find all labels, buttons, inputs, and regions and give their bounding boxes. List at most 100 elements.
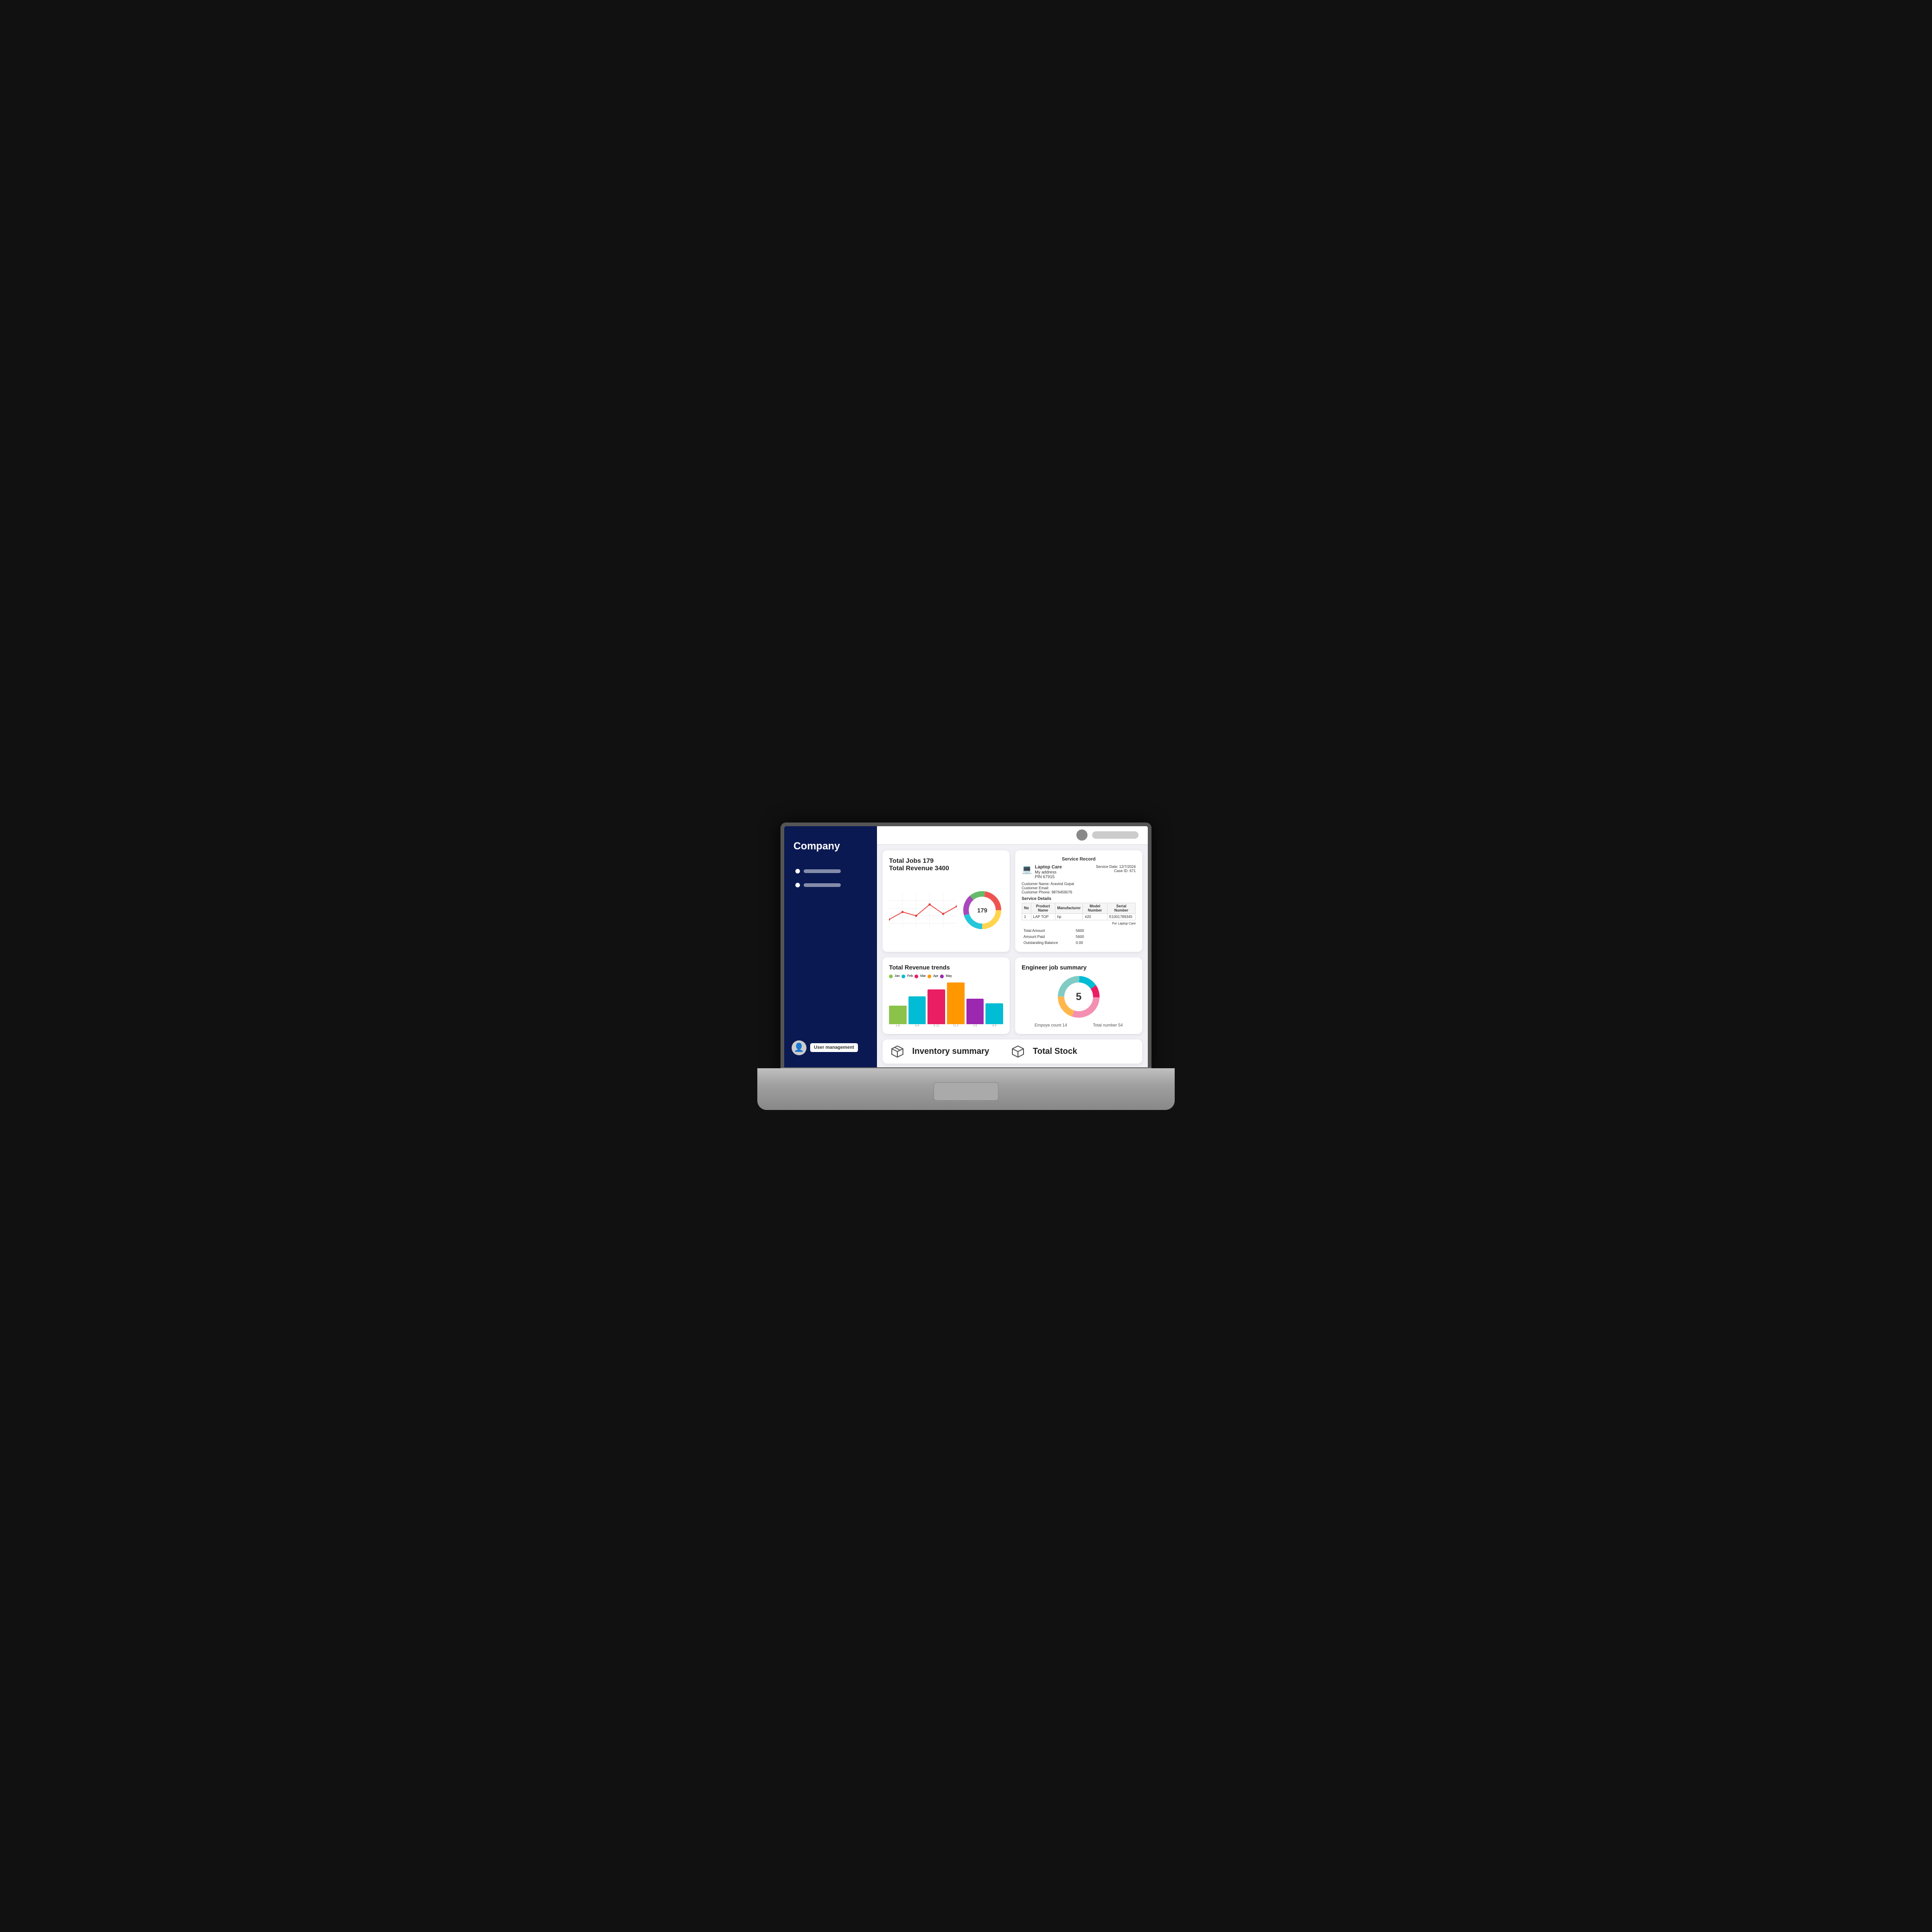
jobs-header: Total Jobs 179 Total Revenue 3400 <box>889 857 1003 872</box>
total-stock-label: Total Stock <box>1033 1046 1077 1056</box>
legend-4: Apr <box>928 975 938 978</box>
amount-paid-label: Amount Paid <box>1023 934 1074 939</box>
legend-3: Mar <box>915 975 926 978</box>
service-header: 💻 Laptop Care My address PIN 67915 Servi… <box>1022 865 1136 879</box>
bar-col-2: 6-9 <box>908 996 926 1027</box>
sidebar-bottom: 👤 User management <box>784 1036 877 1060</box>
topbar-searchbar[interactable] <box>1092 831 1139 839</box>
sidebar-nav <box>784 866 877 890</box>
bar-1 <box>889 1006 907 1024</box>
engineer-donut: 5 <box>1056 974 1102 1020</box>
jobs-body: 179 <box>889 875 1003 945</box>
line-chart <box>889 889 957 931</box>
service-details-label: Service Details <box>1022 896 1136 901</box>
topbar-avatar <box>1076 829 1088 841</box>
bar-col-1: 1-6 <box>889 1006 907 1027</box>
bar-label-5: 3-6 <box>973 1025 977 1027</box>
bar-col-4: 12-3 <box>947 982 965 1027</box>
bar-label-4: 12-3 <box>953 1025 959 1027</box>
bar-3 <box>928 989 945 1024</box>
nav-dot-2 <box>795 883 800 887</box>
bar-label-2: 6-9 <box>915 1025 919 1027</box>
outstanding-value: 0.00 <box>1075 940 1089 945</box>
nav-bar-2 <box>804 883 841 887</box>
main-content: Total Jobs 179 Total Revenue 3400 <box>877 826 1148 1069</box>
col-manufacturer: Manufacturer <box>1055 903 1083 913</box>
total-amount-value: 5600 <box>1075 928 1089 933</box>
total-number: Total number 54 <box>1093 1023 1123 1027</box>
service-amounts: Total Amount 5600 Amount Paid 5600 Outst… <box>1022 927 1136 946</box>
amounts-table: Total Amount 5600 Amount Paid 5600 Outst… <box>1022 927 1090 946</box>
service-customer-phone: Customer Phone: 9876459076 <box>1022 890 1136 894</box>
service-customer-name: Customer Name: Aravind Gopal <box>1022 882 1136 886</box>
revenue-legend: Jan Feb Mar Apr May <box>889 975 1003 978</box>
total-amount-label: Total Amount <box>1023 928 1074 933</box>
nav-bar-1 <box>804 869 841 873</box>
employee-count: Empoye count 14 <box>1035 1023 1067 1027</box>
service-pin: PIN 67915 <box>1035 874 1093 879</box>
service-company: Laptop Care <box>1035 865 1093 870</box>
jobs-donut: 179 <box>961 889 1003 931</box>
outstanding-label: Outstanding Balance <box>1023 940 1074 945</box>
service-table: No Product Name Manufacturer Model Numbe… <box>1022 903 1136 920</box>
service-left-fields: Laptop Care My address PIN 67915 <box>1035 865 1093 879</box>
bar-label-3: 9-12 <box>934 1025 939 1027</box>
revenue-title: Total Revenue trends <box>889 964 1003 971</box>
trackpad[interactable] <box>934 1082 998 1101</box>
engineer-center-value: 5 <box>1076 991 1081 1003</box>
service-right-fields: Service Date: 12/7/2024 Case ID: 671 <box>1096 865 1136 873</box>
panel-engineer: Engineer job summary 5 <box>1015 957 1142 1034</box>
bar-label-1: 1-6 <box>896 1025 900 1027</box>
laptop-screen: Company 👤 User management <box>780 823 1152 1073</box>
avatar: 👤 <box>792 1040 806 1055</box>
engineer-body: 5 <box>1022 974 1136 1020</box>
panel-service: Service Record 💻 Laptop Care My address … <box>1015 850 1142 952</box>
total-revenue-line2: Total Revenue 3400 <box>889 864 1003 872</box>
amount-paid-value: 5600 <box>1075 934 1089 939</box>
donut-center: 179 <box>977 907 987 914</box>
service-address: My address <box>1035 870 1093 874</box>
sidebar-item-2[interactable] <box>792 880 870 890</box>
bar-4 <box>947 982 965 1024</box>
engineer-footer: Empoye count 14 Total number 54 <box>1022 1023 1136 1027</box>
service-date-label: Service Date: 12/7/2024 <box>1096 865 1136 869</box>
col-product: Product Name <box>1031 903 1055 913</box>
inventory-icon-2 <box>1011 1044 1025 1059</box>
avatar-icon: 👤 <box>794 1043 804 1052</box>
dashboard-grid: Total Jobs 179 Total Revenue 3400 <box>877 845 1148 1069</box>
inventory-icon-1 <box>890 1044 905 1059</box>
sidebar: Company 👤 User management <box>784 826 877 1069</box>
col-serial: Serial Number <box>1107 903 1135 913</box>
panel-revenue: Total Revenue trends Jan Feb Mar Apr May… <box>883 957 1010 1034</box>
nav-dot-1 <box>795 869 800 874</box>
user-management-label[interactable]: User management <box>810 1043 858 1052</box>
service-caseid: Case ID: 671 <box>1096 869 1136 873</box>
total-jobs-line1: Total Jobs 179 <box>889 857 1003 864</box>
col-model: Model Number <box>1083 903 1107 913</box>
bar-5 <box>966 999 984 1024</box>
bar-col-6: 6-9 <box>985 1003 1003 1027</box>
legend-1: Jan <box>889 975 900 978</box>
table-row: 1 LAP TOP hp #20 E1001789345 <box>1022 913 1136 920</box>
col-no: No <box>1022 903 1031 913</box>
legend-5: May <box>940 975 952 978</box>
service-laptop-icon: 💻 <box>1022 865 1032 874</box>
service-record-title: Service Record <box>1022 857 1136 862</box>
bar-chart: 1-6 6-9 9-12 <box>889 980 1003 1027</box>
sidebar-item-1[interactable] <box>792 866 870 876</box>
bar-col-5: 3-6 <box>966 999 984 1027</box>
bar-6 <box>985 1003 1003 1024</box>
service-customer-email: Customer Email: <box>1022 886 1136 890</box>
bar-label-6: 6-9 <box>992 1025 997 1027</box>
sidebar-logo: Company <box>784 835 877 861</box>
panel-inventory: Inventory summary Total Stock <box>883 1039 1142 1064</box>
bar-col-3: 9-12 <box>928 989 945 1027</box>
topbar <box>877 826 1148 845</box>
laptop-base <box>757 1068 1175 1110</box>
inventory-label: Inventory summary <box>912 1046 989 1056</box>
legend-2: Feb <box>902 975 913 978</box>
engineer-title: Engineer job summary <box>1022 964 1136 971</box>
panel-jobs: Total Jobs 179 Total Revenue 3400 <box>883 850 1010 952</box>
for-label: For Laptop Care <box>1022 922 1136 925</box>
bar-2 <box>908 996 926 1024</box>
